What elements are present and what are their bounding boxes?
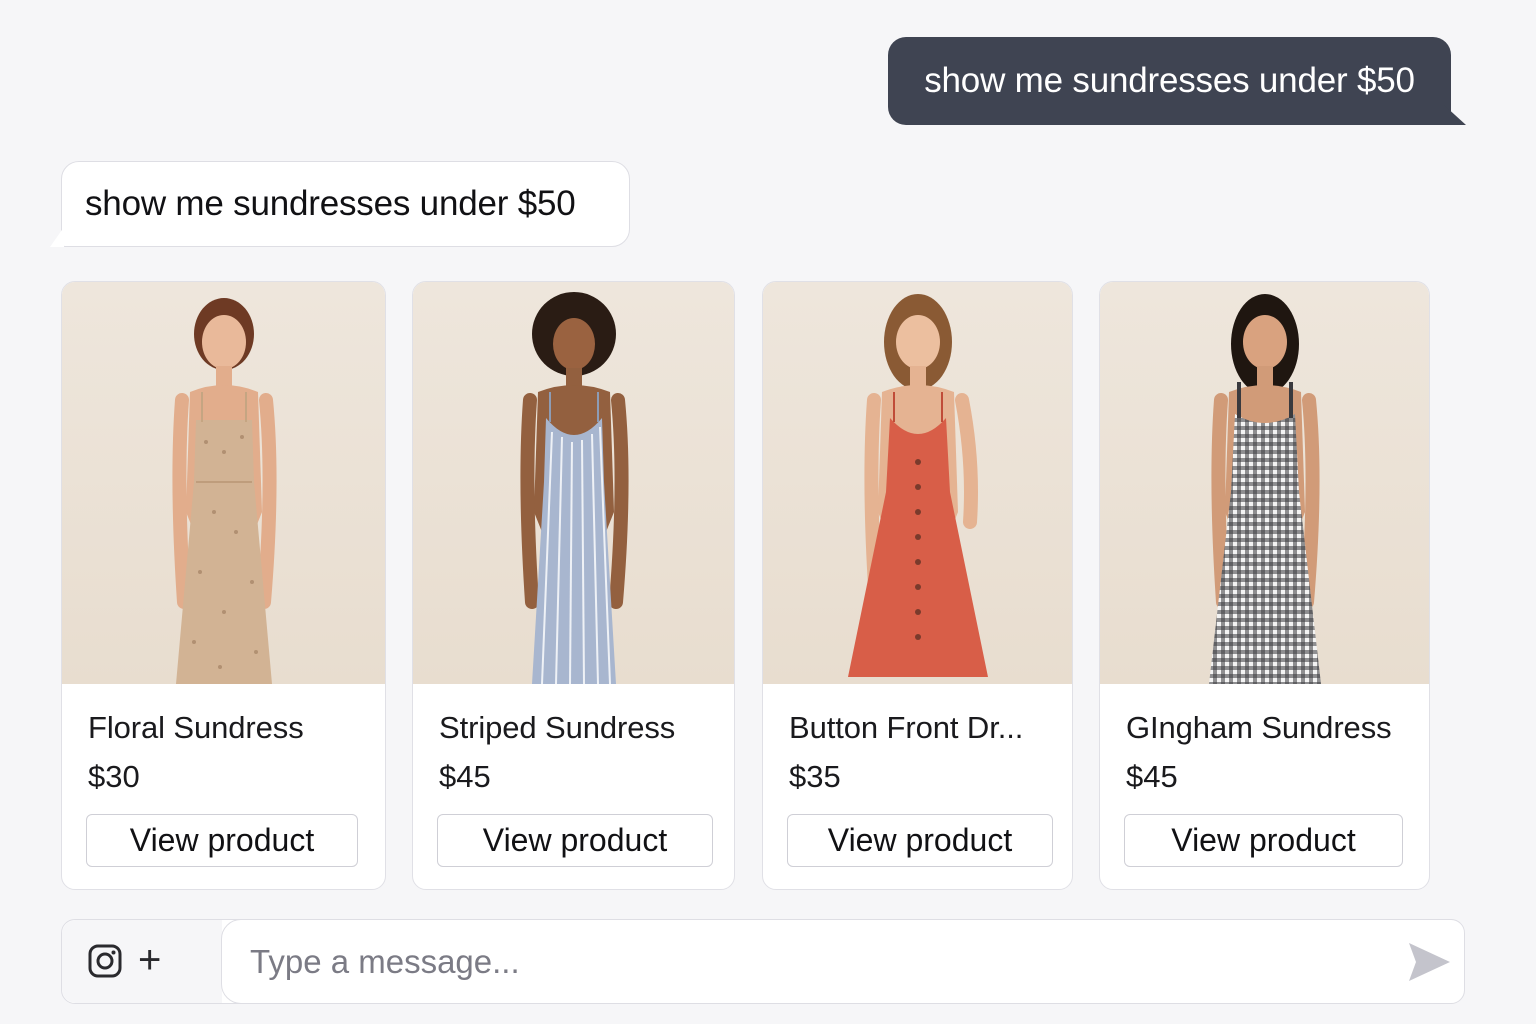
product-image[interactable] [413,282,734,684]
user-message-bubble: show me sundresses under $50 [888,37,1451,125]
product-card-striped[interactable]: Striped Sundress $45 View product [412,281,735,890]
send-icon[interactable] [1406,940,1452,984]
message-composer: + [61,919,1465,1004]
dress-model-illustration [171,298,277,684]
product-price: $45 [439,759,491,794]
view-product-button[interactable]: View product [437,814,713,867]
product-price: $30 [88,759,140,794]
dress-model-illustration [847,294,988,677]
view-product-button[interactable]: View product [1124,814,1403,867]
product-name: Floral Sundress [88,710,304,745]
instagram-icon[interactable] [88,944,122,978]
dress-model-illustration [519,292,629,684]
plus-icon[interactable]: + [138,938,161,982]
product-image[interactable] [62,282,385,684]
view-product-button[interactable]: View product [787,814,1053,867]
product-price: $45 [1126,759,1178,794]
composer-actions: + [62,920,222,1003]
product-card-button-front[interactable]: Button Front Dr... $35 View product [762,281,1073,890]
product-price: $35 [789,759,841,794]
view-product-button[interactable]: View product [86,814,358,867]
product-name: Button Front Dr... [789,710,1024,745]
product-card-floral[interactable]: Floral Sundress $30 View product [61,281,386,890]
product-image[interactable] [763,282,1072,684]
product-name: Striped Sundress [439,710,676,745]
product-card-gingham[interactable]: GIngham Sundress $45 View product [1099,281,1430,890]
bot-bubble-tail [50,227,64,247]
dress-model-illustration [1208,294,1321,684]
product-name: GIngham Sundress [1126,710,1392,745]
product-image[interactable] [1100,282,1429,684]
bot-message-bubble: show me sundresses under $50 [61,161,630,247]
message-input[interactable] [221,919,1465,1004]
